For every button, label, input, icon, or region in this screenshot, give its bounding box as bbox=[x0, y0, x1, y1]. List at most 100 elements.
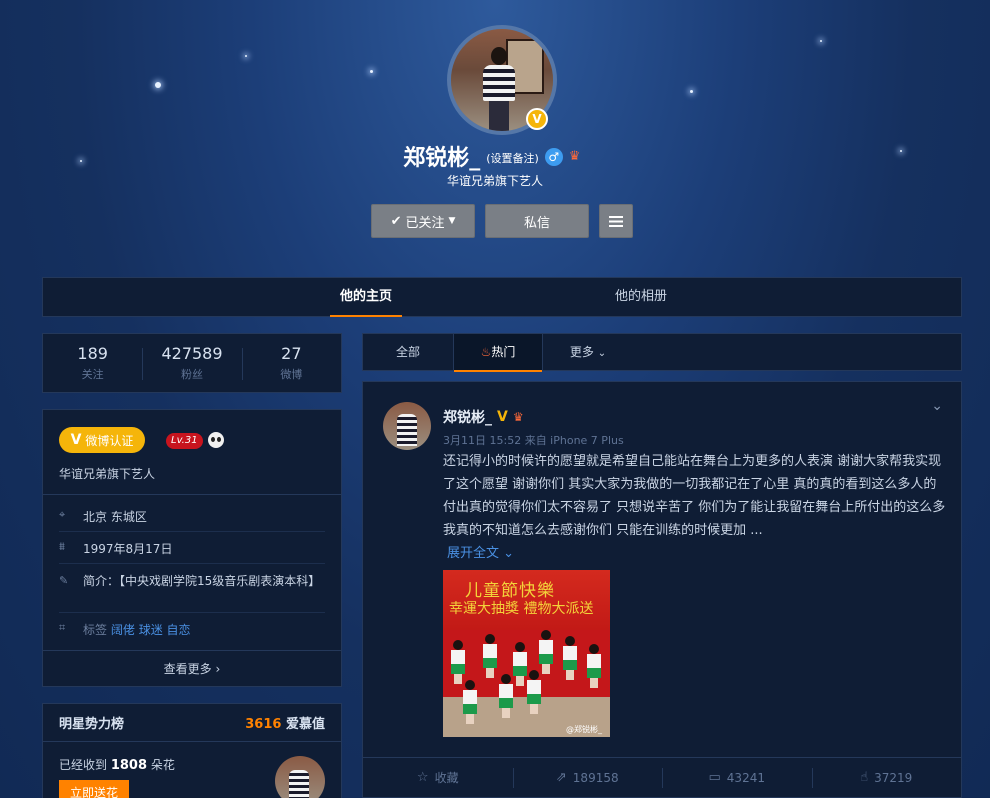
chevron-down-icon: ⌄ bbox=[503, 546, 515, 561]
feed-post: 郑锐彬_ V ♛ 3月11日 15:52 来自 iPhone 7 Plus ⌄ … bbox=[362, 381, 962, 798]
chevron-right-icon: › bbox=[215, 662, 221, 676]
star bbox=[690, 90, 693, 93]
info-bio: 华谊兄弟旗下艺人 bbox=[59, 467, 156, 481]
stat-posts[interactable]: 27 微博 bbox=[241, 334, 341, 392]
received-suffix: 朵花 bbox=[150, 758, 175, 772]
score-value: 3616 bbox=[245, 717, 282, 732]
profile-tab-bar: 他的主页 他的相册 bbox=[42, 277, 962, 317]
received-count: 1808 bbox=[110, 758, 148, 773]
post-meta[interactable]: 3月11日 15:52 来自 iPhone 7 Plus bbox=[443, 432, 624, 448]
filter-hot-label: 热门 bbox=[491, 345, 516, 359]
child-figure bbox=[539, 630, 553, 674]
stat-value: 427589 bbox=[161, 344, 223, 363]
vip-crown-icon[interactable]: ♛ bbox=[569, 149, 587, 165]
feed-filter-bar: 全部 ♨热门 更多 ⌄ bbox=[362, 333, 962, 372]
vip-crown-icon[interactable]: ♛ bbox=[513, 410, 524, 424]
stats-card: 189 关注 427589 粉丝 27 微博 bbox=[42, 333, 342, 393]
more-menu-button[interactable] bbox=[599, 204, 633, 238]
tags-label: 标签 bbox=[83, 623, 108, 637]
tags-row: ⌗ 标签 阔佬 球迷 自恋 bbox=[59, 621, 325, 638]
rank-header: 明星势力榜 3616 爱慕值 bbox=[43, 704, 341, 742]
avatar[interactable] bbox=[275, 756, 325, 798]
expand-full-text-link[interactable]: 展开全文 ⌄ bbox=[447, 542, 514, 561]
divider bbox=[59, 531, 325, 532]
chevron-down-icon: ⌄ bbox=[597, 348, 607, 359]
tag-link[interactable]: 球迷 bbox=[139, 623, 163, 637]
stat-label: 关注 bbox=[81, 368, 104, 381]
male-icon: ♂ bbox=[544, 148, 563, 166]
score-unit: 爱慕值 bbox=[285, 717, 325, 732]
followed-label: 已关注 bbox=[405, 215, 445, 231]
birthday-row: ⩩ 1997年8月17日 bbox=[59, 540, 325, 557]
child-figure bbox=[527, 670, 541, 714]
profile-name: 郑锐彬_ bbox=[403, 146, 481, 171]
intro-text: 简介：【中央戏剧学院15级音乐剧表演本科】 bbox=[83, 574, 321, 588]
profile-actions: ✔ 已关注 ▼ 私信 bbox=[371, 204, 633, 238]
profile-bio: 华谊兄弟旗下艺人 bbox=[446, 174, 543, 188]
received-prefix: 已经收到 bbox=[59, 758, 108, 772]
child-figure bbox=[483, 634, 497, 678]
favorite-label: 收藏 bbox=[434, 771, 459, 785]
post-photo[interactable]: 儿童節快樂 幸運大抽獎 禮物大派送 @郑锐彬_ bbox=[443, 570, 610, 737]
avatar[interactable] bbox=[383, 402, 431, 450]
tab-home[interactable]: 他的主页 bbox=[330, 278, 402, 317]
comment-button[interactable]: ▭ 43241 bbox=[662, 758, 812, 797]
comment-count: 43241 bbox=[726, 770, 765, 785]
tag-link[interactable]: 阔佬 bbox=[111, 623, 135, 637]
divider bbox=[59, 563, 325, 564]
panda-icon[interactable] bbox=[208, 432, 224, 448]
repost-count: 189158 bbox=[572, 770, 619, 785]
check-icon: ✔ bbox=[390, 213, 402, 229]
stat-followers[interactable]: 427589 粉丝 bbox=[142, 334, 241, 392]
view-more-label: 查看更多 bbox=[163, 662, 212, 676]
flame-icon: ♨ bbox=[480, 345, 492, 359]
message-button[interactable]: 私信 bbox=[485, 204, 589, 238]
flowers-received: 已经收到 1808 朵花 bbox=[59, 756, 175, 773]
stat-following[interactable]: 189 关注 bbox=[43, 334, 142, 392]
chevron-down-icon[interactable]: ⌄ bbox=[931, 398, 943, 414]
profile-info-card: V 微博认证 Lv.31 华谊兄弟旗下艺人 ⌖ 北京 东城区 ⩩ 1997年8月… bbox=[42, 409, 342, 687]
profile-name-row: 郑锐彬_ (设置备注) ♂ ♛ bbox=[0, 140, 990, 172]
edit-icon: ✎ bbox=[59, 574, 69, 587]
star bbox=[820, 40, 822, 42]
rank-title: 明星势力榜 bbox=[59, 717, 125, 732]
repost-icon: ⇗ bbox=[555, 770, 567, 785]
post-author[interactable]: 郑锐彬_ bbox=[443, 407, 492, 427]
certification-label: 微博认证 bbox=[85, 433, 134, 448]
like-button[interactable]: ☝ 37219 bbox=[811, 758, 962, 797]
hamburger-icon bbox=[609, 215, 623, 227]
verified-v-icon: V bbox=[497, 409, 508, 425]
child-figure bbox=[451, 640, 465, 684]
level-badge[interactable]: Lv.31 bbox=[166, 433, 203, 449]
tag-link[interactable]: 自恋 bbox=[167, 623, 191, 637]
send-flowers-button[interactable]: 立即送花 bbox=[59, 780, 129, 798]
view-more-link[interactable]: 查看更多 › bbox=[43, 650, 341, 686]
child-figure bbox=[563, 636, 577, 680]
weibo-certification-badge[interactable]: V 微博认证 bbox=[59, 427, 145, 453]
thumbs-up-icon: ☝ bbox=[860, 770, 869, 785]
star bbox=[155, 82, 161, 88]
child-figure bbox=[513, 642, 527, 686]
favorite-button[interactable]: ☆ 收藏 bbox=[363, 758, 513, 797]
followed-button[interactable]: ✔ 已关注 ▼ bbox=[371, 204, 475, 238]
location-row: ⌖ 北京 东城区 bbox=[59, 508, 325, 525]
divider bbox=[59, 612, 325, 613]
star bbox=[245, 55, 247, 57]
verified-v-icon: V bbox=[70, 432, 82, 448]
intro-row: ✎ 简介：【中央戏剧学院15级音乐剧表演本科】 bbox=[59, 572, 325, 590]
post-action-bar: ☆ 收藏 ⇗ 189158 ▭ 43241 ☝ 37219 bbox=[363, 757, 961, 797]
child-figure bbox=[587, 644, 601, 688]
repost-button[interactable]: ⇗ 189158 bbox=[512, 758, 663, 797]
filter-all[interactable]: 全部 bbox=[363, 334, 453, 371]
set-remark-link[interactable]: (设置备注) bbox=[486, 150, 539, 166]
stat-label: 微博 bbox=[280, 368, 303, 381]
tab-album[interactable]: 他的相册 bbox=[611, 278, 671, 316]
filter-more[interactable]: 更多 ⌄ bbox=[543, 334, 633, 371]
stat-label: 粉丝 bbox=[180, 368, 203, 381]
caret-down-icon: ▼ bbox=[448, 216, 456, 226]
filter-hot[interactable]: ♨热门 bbox=[453, 334, 543, 372]
location-text: 北京 东城区 bbox=[83, 510, 147, 524]
child-figure bbox=[499, 674, 513, 718]
like-count: 37219 bbox=[874, 770, 913, 785]
verified-v-icon: V bbox=[526, 108, 548, 130]
